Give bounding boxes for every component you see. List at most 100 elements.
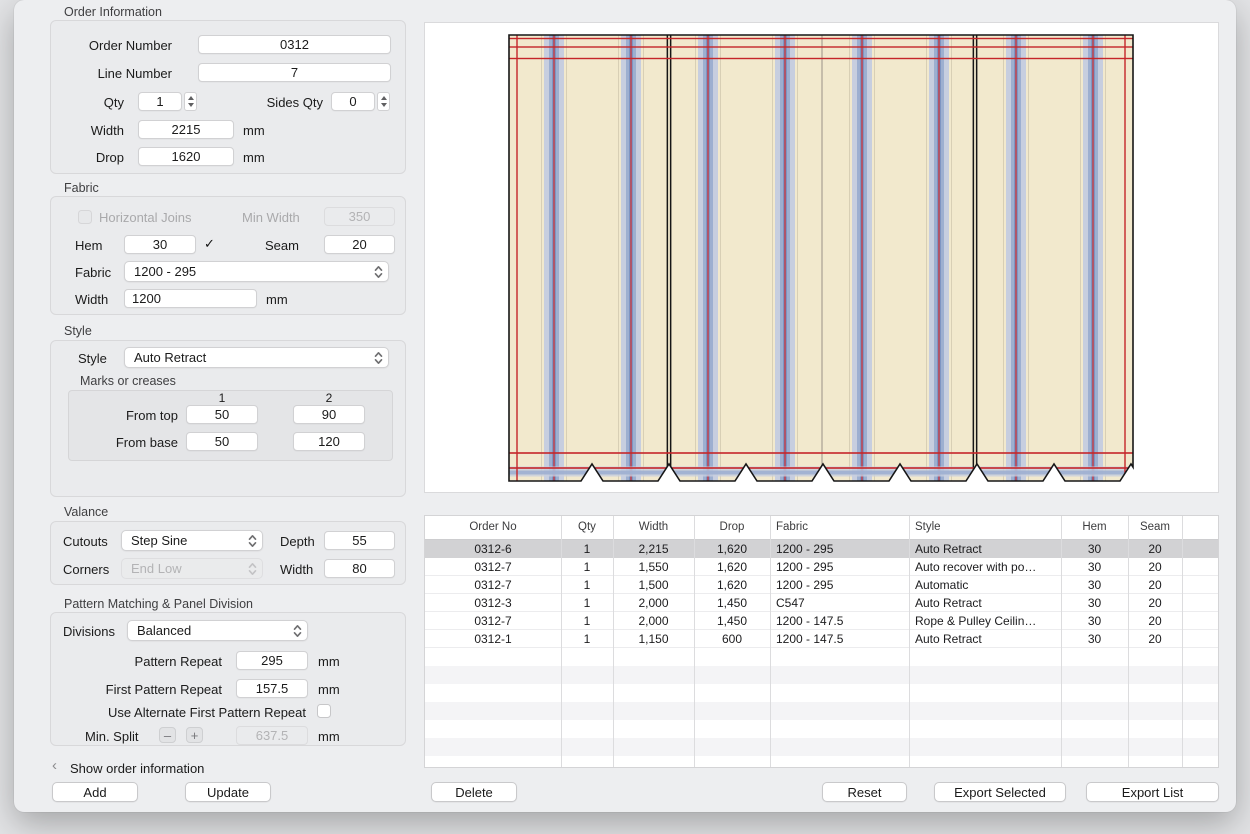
table-row[interactable]: 0312-711,5001,6201200 - 295Automatic3020	[425, 576, 1218, 594]
table-body[interactable]: 0312-612,2151,6201200 - 295Auto Retract3…	[425, 540, 1218, 767]
column-header-style[interactable]: Style	[909, 516, 1061, 539]
pattern-repeat-unit: mm	[318, 654, 340, 669]
fabric-label: Fabric	[75, 265, 111, 280]
width-unit: mm	[243, 123, 265, 138]
section-title-order-information: Order Information	[64, 5, 162, 19]
dropdown-chevrons-icon	[248, 562, 257, 579]
marks-col-2-header: 2	[293, 391, 365, 405]
from-base-1-input[interactable]: 50	[186, 432, 258, 451]
hem-input[interactable]: 30	[124, 235, 196, 254]
first-pattern-repeat-unit: mm	[318, 682, 340, 697]
reset-button[interactable]: Reset	[822, 782, 907, 802]
table-row[interactable]: 0312-712,0001,4501200 - 147.5Rope & Pull…	[425, 612, 1218, 630]
min-width-input: 350	[324, 207, 395, 226]
column-separator	[694, 516, 695, 767]
table-cell: 0312-3	[425, 594, 561, 612]
drop-input[interactable]: 1620	[138, 147, 234, 166]
dropdown-chevrons-icon	[374, 265, 383, 282]
hem-checkmark-icon[interactable]: ✓	[204, 236, 215, 252]
table-cell: 20	[1128, 540, 1182, 558]
table-header: Order NoQtyWidthDropFabricStyleHemSeam	[425, 516, 1218, 540]
table-row[interactable]: 0312-612,2151,6201200 - 295Auto Retract3…	[425, 540, 1218, 558]
pattern-repeat-input[interactable]: 295	[236, 651, 308, 670]
screen: { "order_information": { "title": "Order…	[0, 0, 1250, 834]
delete-button[interactable]: Delete	[431, 782, 517, 802]
table-cell: 1,500	[613, 576, 694, 594]
order-lines-table[interactable]: Order NoQtyWidthDropFabricStyleHemSeam 0…	[424, 515, 1219, 768]
seam-input[interactable]: 20	[324, 235, 395, 254]
cutouts-dropdown[interactable]: Step Sine	[121, 530, 263, 551]
use-alternate-label: Use Alternate First Pattern Repeat	[74, 705, 306, 720]
add-button[interactable]: Add	[52, 782, 138, 802]
table-cell: 1200 - 295	[770, 576, 909, 594]
column-separator	[1182, 516, 1183, 767]
width-input[interactable]: 2215	[138, 120, 234, 139]
table-cell: 20	[1128, 558, 1182, 576]
qty-input[interactable]: 1	[138, 92, 182, 111]
table-cell: 1	[561, 540, 613, 558]
column-separator	[1128, 516, 1129, 767]
qty-stepper[interactable]	[184, 92, 197, 111]
column-header-seam[interactable]: Seam	[1128, 516, 1182, 539]
column-header-drop[interactable]: Drop	[694, 516, 770, 539]
column-separator	[561, 516, 562, 767]
table-cell: 1200 - 147.5	[770, 630, 909, 648]
first-pattern-repeat-input[interactable]: 157.5	[236, 679, 308, 698]
use-alternate-checkbox[interactable]	[317, 704, 331, 718]
update-button[interactable]: Update	[185, 782, 271, 802]
table-cell: 1200 - 295	[770, 540, 909, 558]
from-base-label: From base	[74, 435, 178, 450]
divisions-dropdown[interactable]: Balanced	[127, 620, 308, 641]
marks-or-creases-label: Marks or creases	[80, 374, 176, 388]
table-cell: 1200 - 147.5	[770, 612, 909, 630]
fabric-dropdown[interactable]: 1200 - 295	[124, 261, 389, 282]
sides-qty-label: Sides Qty	[251, 95, 323, 110]
line-number-input[interactable]: 7	[198, 63, 391, 82]
fabric-width-label: Width	[75, 292, 108, 307]
corners-dropdown: End Low	[121, 558, 263, 579]
min-split-decrement-button[interactable]: –	[159, 727, 176, 743]
section-title-fabric: Fabric	[64, 181, 99, 195]
column-header-hem[interactable]: Hem	[1061, 516, 1128, 539]
fabric-panel	[509, 35, 1133, 481]
table-cell: 1	[561, 576, 613, 594]
depth-input[interactable]: 55	[324, 531, 395, 550]
table-cell: 2,000	[613, 612, 694, 630]
fabric-width-input[interactable]: 1200	[124, 289, 257, 308]
collapse-chevron-icon[interactable]: ‹	[52, 757, 57, 774]
style-label: Style	[78, 351, 107, 366]
line-number-label: Line Number	[52, 66, 172, 81]
valance-width-input[interactable]: 80	[324, 559, 395, 578]
show-order-information-link[interactable]: Show order information	[70, 761, 204, 776]
table-cell: 1	[561, 612, 613, 630]
column-header-width[interactable]: Width	[613, 516, 694, 539]
column-header-order-no[interactable]: Order No	[425, 516, 561, 539]
from-base-2-input[interactable]: 120	[293, 432, 365, 451]
column-header-qty[interactable]: Qty	[561, 516, 613, 539]
table-row[interactable]: 0312-312,0001,450C547Auto Retract3020	[425, 594, 1218, 612]
table-row[interactable]: 0312-111,1506001200 - 147.5Auto Retract3…	[425, 630, 1218, 648]
sides-qty-stepper[interactable]	[377, 92, 390, 111]
marks-col-1-header: 1	[186, 391, 258, 405]
table-cell: 20	[1128, 576, 1182, 594]
from-top-2-input[interactable]: 90	[293, 405, 365, 424]
app-window: Order Information Order Number 0312 Line…	[14, 0, 1236, 812]
export-selected-button[interactable]: Export Selected	[934, 782, 1066, 802]
order-number-input[interactable]: 0312	[198, 35, 391, 54]
min-split-input: 637.5	[236, 726, 308, 745]
table-cell: 1	[561, 558, 613, 576]
table-cell: 20	[1128, 630, 1182, 648]
table-cell: 0312-7	[425, 612, 561, 630]
min-split-increment-button[interactable]: +	[186, 727, 203, 743]
export-list-button[interactable]: Export List	[1086, 782, 1219, 802]
from-top-1-input[interactable]: 50	[186, 405, 258, 424]
sides-qty-input[interactable]: 0	[331, 92, 375, 111]
table-row[interactable]: 0312-711,5501,6201200 - 295Auto recover …	[425, 558, 1218, 576]
style-dropdown[interactable]: Auto Retract	[124, 347, 389, 368]
table-cell: 1,620	[694, 540, 770, 558]
table-cell: 1200 - 295	[770, 558, 909, 576]
column-header-fabric[interactable]: Fabric	[770, 516, 909, 539]
table-cell: Automatic	[909, 576, 1061, 594]
column-separator	[909, 516, 910, 767]
drop-unit: mm	[243, 150, 265, 165]
